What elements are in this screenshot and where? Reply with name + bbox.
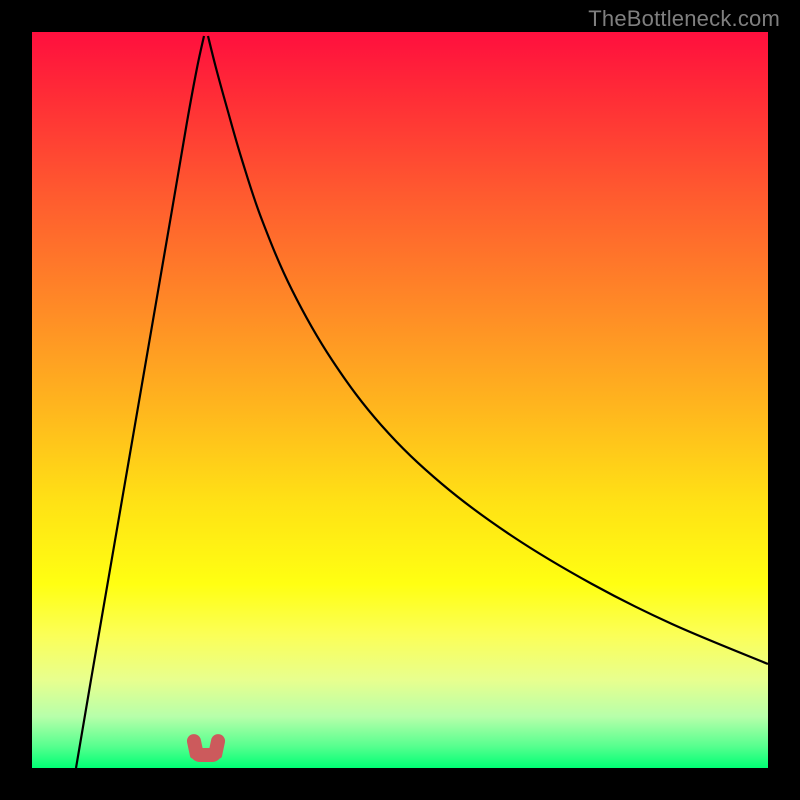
marker-base bbox=[190, 748, 222, 762]
watermark-text: TheBottleneck.com bbox=[588, 6, 780, 32]
plot-area bbox=[32, 32, 768, 768]
chart-frame: TheBottleneck.com bbox=[0, 0, 800, 800]
minimum-marker bbox=[186, 734, 226, 762]
bottleneck-curve bbox=[32, 32, 768, 768]
